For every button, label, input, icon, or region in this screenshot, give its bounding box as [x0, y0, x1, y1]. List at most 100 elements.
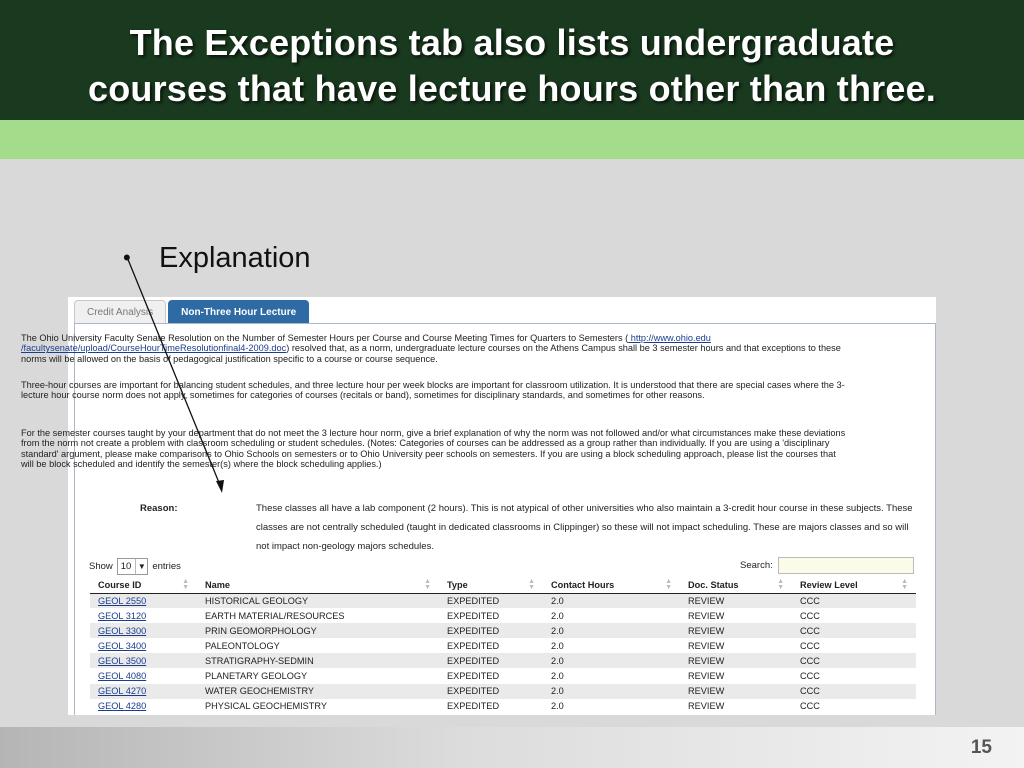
course-type: EXPEDITED [439, 593, 543, 609]
courses-table: Course ID ▲ ▼ Name ▲ ▼ Type ▲ ▼ Contact Hours ▲… [90, 577, 916, 714]
course-id-link[interactable]: GEOL 2550 [90, 593, 197, 609]
paragraph-resolution-text-a: The Ohio University Faculty Senate Resol… [21, 333, 629, 343]
course-type: EXPEDITED [439, 668, 543, 684]
doc-status: REVIEW [680, 623, 792, 639]
contact-hours: 2.0 [543, 653, 680, 669]
tab-bar: Credit Analysis Non-Three Hour Lecture [74, 300, 311, 324]
table-row: GEOL 3120 EARTH MATERIAL/RESOURCES EXPEDIT… [90, 608, 916, 624]
contact-hours: 2.0 [543, 608, 680, 624]
paragraph-instructions: For the semester courses taught by your … [21, 428, 846, 470]
table-row: GEOL 3400 PALEONTOLOGY EXPEDITED 2.0 REVIEW C… [90, 638, 916, 654]
review-level: CCC [792, 593, 916, 609]
course-id-link[interactable]: GEOL 4280 [90, 698, 197, 714]
contact-hours: 2.0 [543, 668, 680, 684]
table-row: GEOL 4080 PLANETARY GEOLOGY EXPEDITED 2.0 RE… [90, 668, 916, 684]
contact-hours: 2.0 [543, 638, 680, 654]
course-name: PRIN GEOMORPHOLOGY [197, 623, 439, 639]
header-doc-status[interactable]: Doc. Status ▲ ▼ [680, 577, 792, 594]
slide-header: The Exceptions tab also lists undergradu… [0, 0, 1024, 120]
course-type: EXPEDITED [439, 653, 543, 669]
doc-status: REVIEW [680, 638, 792, 654]
table-row: GEOL 4270 WATER GEOCHEMISTRY EXPEDITED 2.0 R… [90, 683, 916, 699]
show-label: Show [89, 561, 113, 572]
course-id-link[interactable]: GEOL 3400 [90, 638, 197, 654]
bullet-item: • Explanation [123, 238, 311, 278]
page-number: 15 [970, 737, 992, 758]
course-id-link[interactable]: GEOL 4270 [90, 683, 197, 699]
contact-hours: 2.0 [543, 593, 680, 609]
review-level: CCC [792, 638, 916, 654]
course-id-link[interactable]: GEOL 3500 [90, 653, 197, 669]
accent-band [0, 120, 1024, 159]
header-course-id-label: Course ID [98, 579, 142, 590]
doc-status: REVIEW [680, 668, 792, 684]
entries-label: entries [152, 561, 181, 572]
header-course-id[interactable]: Course ID ▲ ▼ [90, 577, 197, 594]
course-name: EARTH MATERIAL/RESOURCES [197, 608, 439, 624]
sort-icon: ▲ ▼ [665, 578, 672, 591]
header-type-label: Type [447, 579, 468, 590]
doc-status: REVIEW [680, 608, 792, 624]
header-review-level-label: Review Level [800, 579, 858, 590]
course-name: WATER GEOCHEMISTRY [197, 683, 439, 699]
course-name: PALEONTOLOGY [197, 638, 439, 654]
search-input[interactable] [777, 557, 914, 574]
paragraph-three-hour: Three-hour courses are important for bal… [21, 380, 845, 401]
course-name: PLANETARY GEOLOGY [197, 668, 439, 684]
sort-icon: ▲ ▼ [182, 578, 189, 591]
slide-title: The Exceptions tab also lists undergradu… [0, 20, 1024, 112]
sort-icon: ▲ ▼ [424, 578, 431, 591]
table-row: GEOL 4280 PHYSICAL GEOCHEMISTRY EXPEDITED 2… [90, 698, 916, 714]
show-entries-control: Show 10 ▼ entries [89, 558, 181, 575]
course-type: EXPEDITED [439, 638, 543, 654]
entries-select-value: 10 [120, 561, 132, 572]
slide-footer: 15 [0, 727, 1024, 768]
doc-status: REVIEW [680, 653, 792, 669]
review-level: CCC [792, 668, 916, 684]
review-level: CCC [792, 623, 916, 639]
review-level: CCC [792, 698, 916, 714]
review-level: CCC [792, 653, 916, 669]
table-row: GEOL 3300 PRIN GEOMORPHOLOGY EXPEDITED 2.0 R… [90, 623, 916, 639]
course-name: HISTORICAL GEOLOGY [197, 593, 439, 609]
header-type[interactable]: Type ▲ ▼ [439, 577, 543, 594]
reason-label: Reason: [140, 503, 178, 514]
header-review-level[interactable]: Review Level ▲ ▼ [792, 577, 916, 594]
table-row: GEOL 2550 HISTORICAL GEOLOGY EXPEDITED 2.0 R… [90, 593, 916, 609]
course-type: EXPEDITED [439, 623, 543, 639]
search-label: Search: [740, 560, 773, 571]
contact-hours: 2.0 [543, 698, 680, 714]
course-name: PHYSICAL GEOCHEMISTRY [197, 698, 439, 714]
header-doc-status-label: Doc. Status [688, 579, 739, 590]
header-name[interactable]: Name ▲ ▼ [197, 577, 439, 594]
course-name: STRATIGRAPHY-SEDMIN [197, 653, 439, 669]
header-contact-hours-label: Contact Hours [551, 579, 615, 590]
contact-hours: 2.0 [543, 623, 680, 639]
slide-title-line-2: courses that have lecture hours other th… [87, 68, 936, 109]
slide-title-line-1: The Exceptions tab also lists undergradu… [129, 22, 895, 63]
review-level: CCC [792, 608, 916, 624]
review-level: CCC [792, 683, 916, 699]
bullet-label: Explanation [159, 242, 311, 274]
reason-text: These classes all have a lab component (… [256, 503, 913, 552]
header-name-label: Name [205, 579, 231, 590]
contact-hours: 2.0 [543, 683, 680, 699]
table-row: GEOL 3500 STRATIGRAPHY-SEDMIN EXPEDITED 2.0… [90, 653, 916, 669]
sort-icon: ▲ ▼ [901, 578, 908, 591]
course-id-link[interactable]: GEOL 3120 [90, 608, 197, 624]
doc-status: REVIEW [680, 698, 792, 714]
sort-icon: ▲ ▼ [528, 578, 535, 591]
entries-select[interactable]: 10 ▼ [116, 558, 149, 575]
paragraph-resolution: The Ohio University Faculty Senate Resol… [21, 333, 851, 364]
course-type: EXPEDITED [439, 698, 543, 714]
tab-credit-analysis[interactable]: Credit Analysis [74, 300, 167, 324]
search-control: Search: [740, 557, 914, 574]
course-id-link[interactable]: GEOL 3300 [90, 623, 197, 639]
doc-status: REVIEW [680, 683, 792, 699]
course-type: EXPEDITED [439, 683, 543, 699]
doc-status: REVIEW [680, 593, 792, 609]
course-id-link[interactable]: GEOL 4080 [90, 668, 197, 684]
tab-non-three-hour-lecture[interactable]: Non-Three Hour Lecture [168, 300, 310, 324]
header-contact-hours[interactable]: Contact Hours ▲ ▼ [543, 577, 680, 594]
bullet-dot-icon: • [123, 245, 131, 270]
